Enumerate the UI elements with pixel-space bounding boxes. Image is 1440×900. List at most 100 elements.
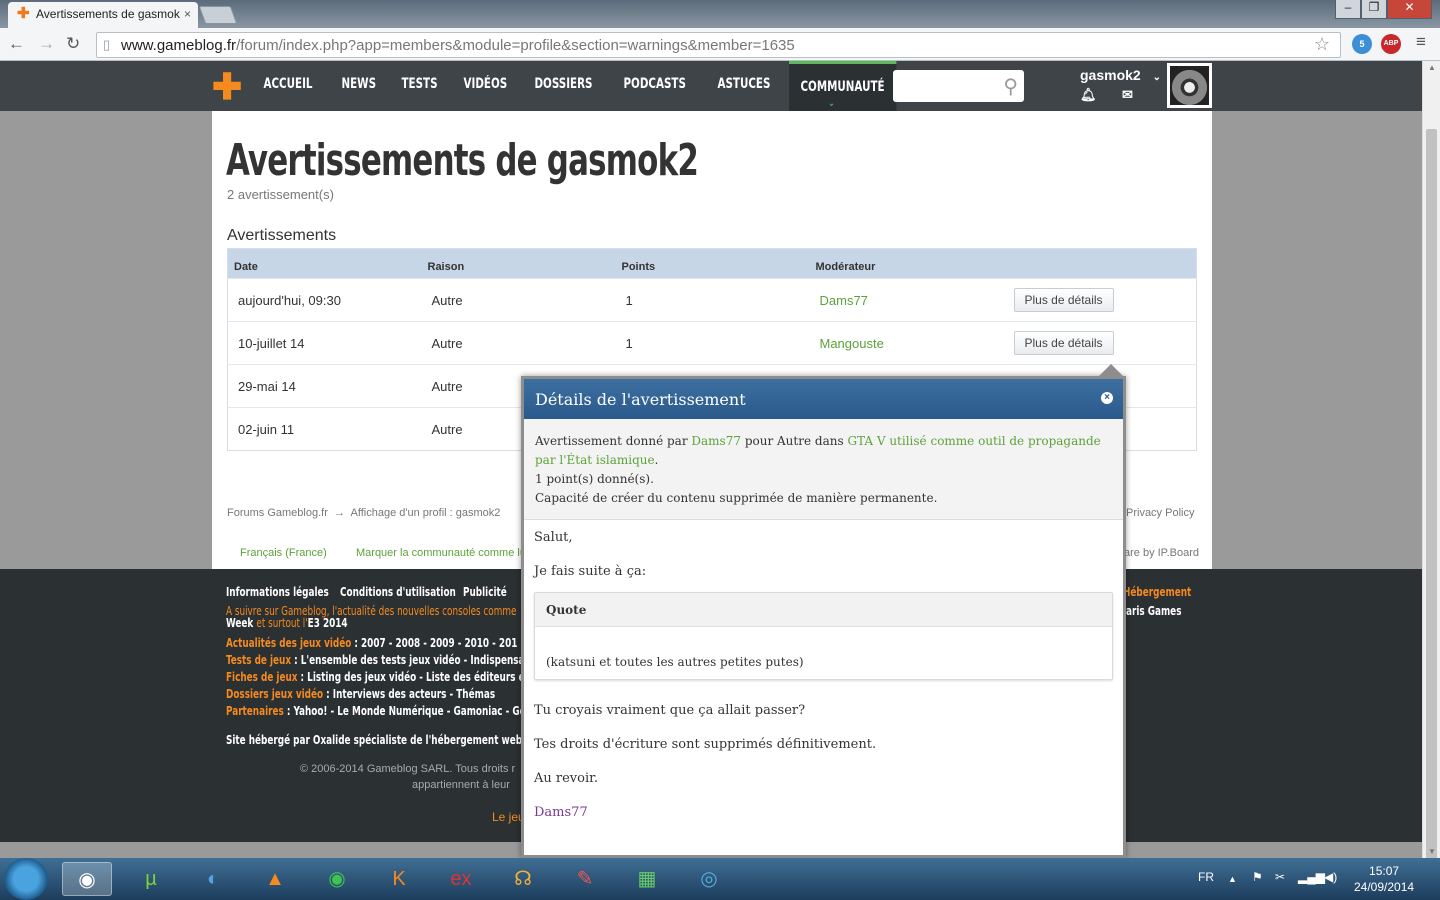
gameblog-logo[interactable]: ✚ (212, 69, 242, 105)
powered-by: are by IP.Board (1124, 547, 1200, 559)
adblock-icon[interactable]: ABP (1381, 34, 1401, 54)
close-window-button[interactable]: ✕ (1387, 0, 1432, 19)
browser-toolbar: ← → ↻ ▯ www.gameblog.fr/forum/index.php?… (0, 28, 1440, 61)
gameblog-favicon-icon: ✚ (17, 5, 30, 22)
warning-reason: Autre (421, 278, 616, 322)
signature-link[interactable]: Dams77 (534, 805, 1113, 820)
avatar[interactable] (1167, 63, 1212, 108)
column-reason: Raison (421, 248, 616, 279)
close-icon[interactable]: × (1101, 392, 1113, 404)
footer-hosted-by[interactable]: Site hébergé par Oxalide spécialiste de … (226, 733, 557, 747)
column-date: Date (227, 248, 422, 279)
footer-ads-link[interactable]: Publicité (463, 585, 507, 599)
details-button[interactable]: Plus de détails (1013, 331, 1114, 355)
volume-icon[interactable]: ◀) (1324, 870, 1337, 884)
dossiers-text[interactable]: : Interviews des acteurs - Thémas (326, 687, 495, 701)
browser-tab[interactable]: ✚ Avertissements de gasmok × (8, 2, 198, 28)
forward-icon[interactable]: → (38, 34, 55, 54)
fiches-label[interactable]: Fiches de jeux (226, 670, 297, 684)
mark-read-link[interactable]: Marquer la communauté comme lu (356, 547, 526, 559)
search-icon[interactable]: ⚲ (1003, 74, 1018, 99)
ex-app-icon[interactable]: ex (436, 862, 486, 896)
url-host: www.gameblog.fr (121, 37, 237, 54)
actu-label[interactable]: Actualités des jeux vidéo (226, 636, 351, 650)
tray-app-icon[interactable]: ✂ (1275, 870, 1285, 884)
moderator-link[interactable]: Dams77 (809, 278, 1004, 322)
tab-close-icon[interactable]: × (184, 7, 191, 21)
bookmark-star-icon[interactable]: ☆ (1314, 34, 1330, 55)
site-search-input[interactable]: ⚲ (893, 70, 1024, 102)
network-icon[interactable]: ▂▄▆ (1298, 870, 1325, 884)
video-app-icon[interactable]: ▦ (622, 862, 672, 896)
week-text: Week (226, 616, 254, 630)
new-tab-button[interactable] (198, 6, 238, 24)
url-bar[interactable]: ▯ www.gameblog.fr/forum/index.php?app=me… (96, 32, 1341, 58)
partners-label[interactable]: Partenaires (226, 704, 284, 718)
footer-partners-line: Partenaires : Yahoo! - Le Monde Numériqu… (226, 704, 538, 718)
footer-terms-link[interactable]: Conditions d'utilisation (340, 585, 456, 599)
notification-bell-icon[interactable]: 🔔︎ (1080, 87, 1097, 103)
chevron-down-icon: ⌄ (827, 98, 835, 109)
minimize-button[interactable]: – (1335, 0, 1361, 19)
dossiers-label[interactable]: Dossiers jeux vidéo (226, 687, 323, 701)
quote-block: Quote (katsuni et toutes les autres peti… (534, 592, 1113, 680)
spotify-icon[interactable]: ◉ (312, 862, 362, 896)
warning-points: 1 (615, 278, 810, 322)
user-menu[interactable]: gasmok2 ⌄ 🔔︎ ✉ (1080, 67, 1161, 102)
modal-title: Détails de l'avertissement (535, 390, 746, 409)
tray-expand-icon[interactable]: ▲ (1228, 874, 1237, 884)
breadcrumb-forums[interactable]: Forums Gameblog.fr (227, 507, 328, 519)
back-icon[interactable]: ← (8, 34, 25, 54)
e3-link[interactable]: E3 2014 (308, 616, 348, 630)
footer-paris-games[interactable]: aris Games (1126, 604, 1181, 618)
google-earth-icon[interactable]: ◐ (188, 862, 238, 896)
nav-dossiers[interactable]: DOSSIERS (523, 61, 604, 111)
moderator-link[interactable]: Dams77 (691, 434, 741, 448)
nav-astuces[interactable]: ASTUCES (706, 61, 782, 111)
windows-taskbar: ◉ µ ◐ ▲ ◉ K ex ☊ ✎ ▦ ◎ FR ▲ ⚑ ✂ ▂▄▆ ◀) 1… (0, 858, 1440, 900)
fiches-text[interactable]: : Listing des jeux vidéo - Liste des édi… (301, 670, 539, 684)
chrome-icon[interactable]: ◉ (62, 862, 112, 896)
details-button[interactable]: Plus de détails (1013, 288, 1114, 312)
tests-text[interactable]: : L'ensemble des tests jeux vidéo - Indi… (294, 653, 534, 667)
column-moderator: Modérateur (809, 248, 1004, 279)
nav-news[interactable]: NEWS (330, 61, 388, 111)
input-language[interactable]: FR (1198, 870, 1214, 884)
footer-lejeu[interactable]: Le jeu (492, 810, 525, 824)
maximize-button[interactable]: ❐ (1361, 0, 1387, 19)
ccleaner-icon[interactable]: ✎ (560, 862, 610, 896)
footer-hosting-link[interactable]: Hébergement (1123, 585, 1191, 599)
headphones-app-icon[interactable]: ☊ (498, 862, 548, 896)
main-nav: ACCUEIL NEWS TESTS VIDÉOS DOSSIERS PODCA… (252, 61, 909, 111)
start-button[interactable] (4, 858, 48, 900)
nav-communaute[interactable]: COMMUNAUTÉ ⌄ (788, 61, 896, 111)
scroll-up-icon[interactable]: ▲ (1428, 63, 1436, 72)
nav-accueil[interactable]: ACCUEIL (252, 61, 324, 111)
action-center-flag-icon[interactable]: ⚑ (1252, 870, 1263, 884)
week-e3-text: et surtout l' (256, 616, 308, 630)
actu-years[interactable]: : 2007 - 2008 - 2009 - 2010 - 201 (354, 636, 517, 650)
disc-app-icon[interactable]: ◎ (684, 862, 734, 896)
scroll-down-icon[interactable]: ▼ (1428, 847, 1436, 856)
page-scrollbar[interactable]: ▲ ▼ (1422, 61, 1440, 899)
extension-ghost-icon[interactable]: 5 (1352, 34, 1372, 54)
vlc-icon[interactable]: ▲ (250, 862, 300, 896)
system-clock[interactable]: 15:07 24/09/2014 (1354, 863, 1414, 895)
menu-icon[interactable]: ≡ (1416, 32, 1426, 52)
nav-podcasts[interactable]: PODCASTS (612, 61, 697, 111)
nav-videos[interactable]: VIDÉOS (452, 61, 519, 111)
partners-text[interactable]: : Yahoo! - Le Monde Numérique - Gamoniac… (287, 704, 538, 718)
privacy-policy-link[interactable]: Privacy Policy (1126, 507, 1194, 519)
nav-tests[interactable]: TESTS (390, 61, 449, 111)
modal-pointer (1098, 364, 1124, 377)
language-selector[interactable]: Français (France) (240, 547, 327, 559)
footer-legal-link[interactable]: Informations légales (226, 585, 329, 599)
messages-envelope-icon[interactable]: ✉ (1122, 87, 1133, 103)
scrollbar-thumb[interactable] (1426, 129, 1437, 899)
klite-icon[interactable]: K (374, 862, 424, 896)
utorrent-icon[interactable]: µ (126, 862, 176, 896)
moderator-link[interactable]: Mangouste (809, 321, 1004, 365)
reload-icon[interactable]: ↻ (66, 34, 80, 54)
tests-label[interactable]: Tests de jeux (226, 653, 291, 667)
message-line: Tu croyais vraiment que ça allait passer… (534, 703, 806, 718)
